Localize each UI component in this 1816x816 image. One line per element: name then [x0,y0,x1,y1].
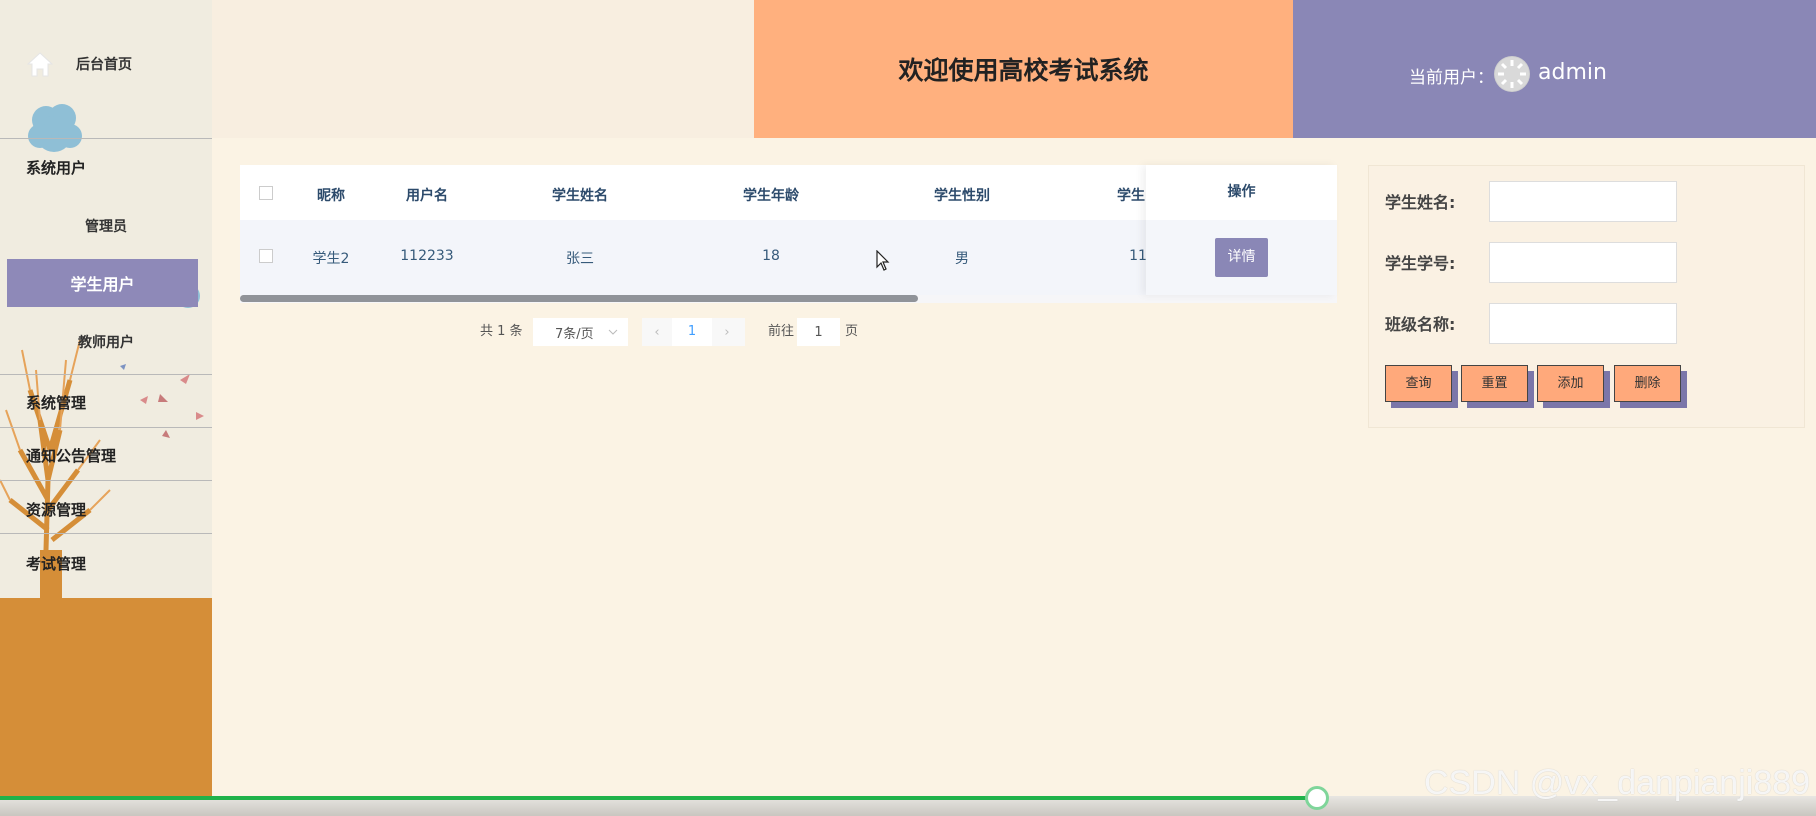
cell-student-age: 18 [762,248,780,264]
sidebar-item-student-users[interactable]: 学生用户 [7,259,198,307]
pagination-total: 共 1 条 [480,324,523,339]
goto-suffix: 页 [845,324,859,339]
sidebar-ground-decoration [0,598,212,816]
delete-button[interactable]: 删除 [1614,365,1681,402]
cell-student-id-partial: 11 [1129,248,1147,264]
sidebar-section-label: 通知公告管理 [26,447,117,465]
sidebar: 后台首页 系统用户 管理员 学生用户 教师用户 系统管理 通知公告管理 资源管理… [0,0,212,816]
column-header-operations: 操作 [1146,165,1337,220]
operations-column: 操作 详情 [1146,165,1337,295]
sidebar-item-admin[interactable]: 管理员 [0,216,212,236]
page-size-value: 7条/页 [555,326,594,342]
student-name-label: 学生姓名: [1385,193,1456,212]
student-table: 昵称 用户名 学生姓名 学生年龄 学生性别 学生 学生2 112233 张三 1… [240,165,1337,303]
sidebar-section-label: 系统管理 [26,394,87,412]
sidebar-section-label: 考试管理 [26,555,87,573]
current-user-caption: 当前用户： [1409,68,1494,88]
select-all-checkbox[interactable] [259,186,273,200]
sidebar-item-teacher-users[interactable]: 教师用户 [0,332,212,352]
detail-button[interactable]: 详情 [1215,238,1268,277]
header-blank-area [212,0,754,138]
current-username: admin [1538,60,1607,85]
sidebar-section-system-management[interactable]: 系统管理 [0,374,212,427]
sidebar-section-notice-management[interactable]: 通知公告管理 [0,427,212,480]
prev-page-icon[interactable]: ‹ [642,325,672,340]
sidebar-section-exam-management[interactable]: 考试管理 [0,533,212,593]
sidebar-item-home-label: 后台首页 [76,57,132,73]
student-name-input[interactable] [1489,181,1677,222]
page-number-current[interactable]: 1 [672,318,712,346]
column-header-username[interactable]: 用户名 [406,185,448,205]
video-progress-fill [0,796,1317,800]
query-button[interactable]: 查询 [1385,365,1452,402]
class-name-label: 班级名称: [1385,315,1456,334]
goto-page-input[interactable]: 1 [797,318,840,346]
video-progress-handle[interactable] [1305,786,1329,810]
cell-student-gender: 男 [955,251,969,267]
reset-button[interactable]: 重置 [1461,365,1528,402]
search-panel: 学生姓名: 学生学号: 班级名称: 查询 重置 添加 删除 [1368,165,1805,428]
student-number-label: 学生学号: [1385,254,1456,273]
sidebar-section-label: 资源管理 [26,501,87,519]
next-page-icon[interactable]: › [712,325,742,340]
column-header-student-gender[interactable]: 学生性别 [934,185,990,205]
student-number-input[interactable] [1489,242,1677,283]
current-user-panel: 当前用户： admin [1293,0,1816,138]
cell-nickname: 学生2 [312,251,350,267]
sidebar-section-resource-management[interactable]: 资源管理 [0,480,212,533]
column-header-nickname[interactable]: 昵称 [317,185,345,205]
sidebar-section-label: 系统用户 [26,159,87,177]
home-icon [26,52,54,77]
chevron-down-icon [608,329,618,335]
column-header-student-age[interactable]: 学生年龄 [743,185,799,205]
cell-username: 112233 [400,248,454,264]
row-checkbox[interactable] [259,249,273,263]
column-header-student-id-partial[interactable]: 学生 [1117,185,1145,205]
class-name-input[interactable] [1489,303,1677,344]
sidebar-item-home[interactable]: 后台首页 [0,36,212,92]
table-horizontal-scrollbar[interactable] [240,295,918,302]
cell-student-name: 张三 [566,251,594,267]
mouse-cursor-icon [876,250,890,271]
pager-controls: ‹ 1 › [642,318,745,346]
column-header-student-name[interactable]: 学生姓名 [552,185,608,205]
page-size-select[interactable]: 7条/页 [533,318,628,346]
goto-prefix: 前往 [768,324,795,339]
avatar[interactable] [1494,56,1530,92]
watermark: CSDN @vx_danpianji889 [1424,764,1811,802]
add-button[interactable]: 添加 [1537,365,1604,402]
page-title: 欢迎使用高校考试系统 [754,0,1293,138]
